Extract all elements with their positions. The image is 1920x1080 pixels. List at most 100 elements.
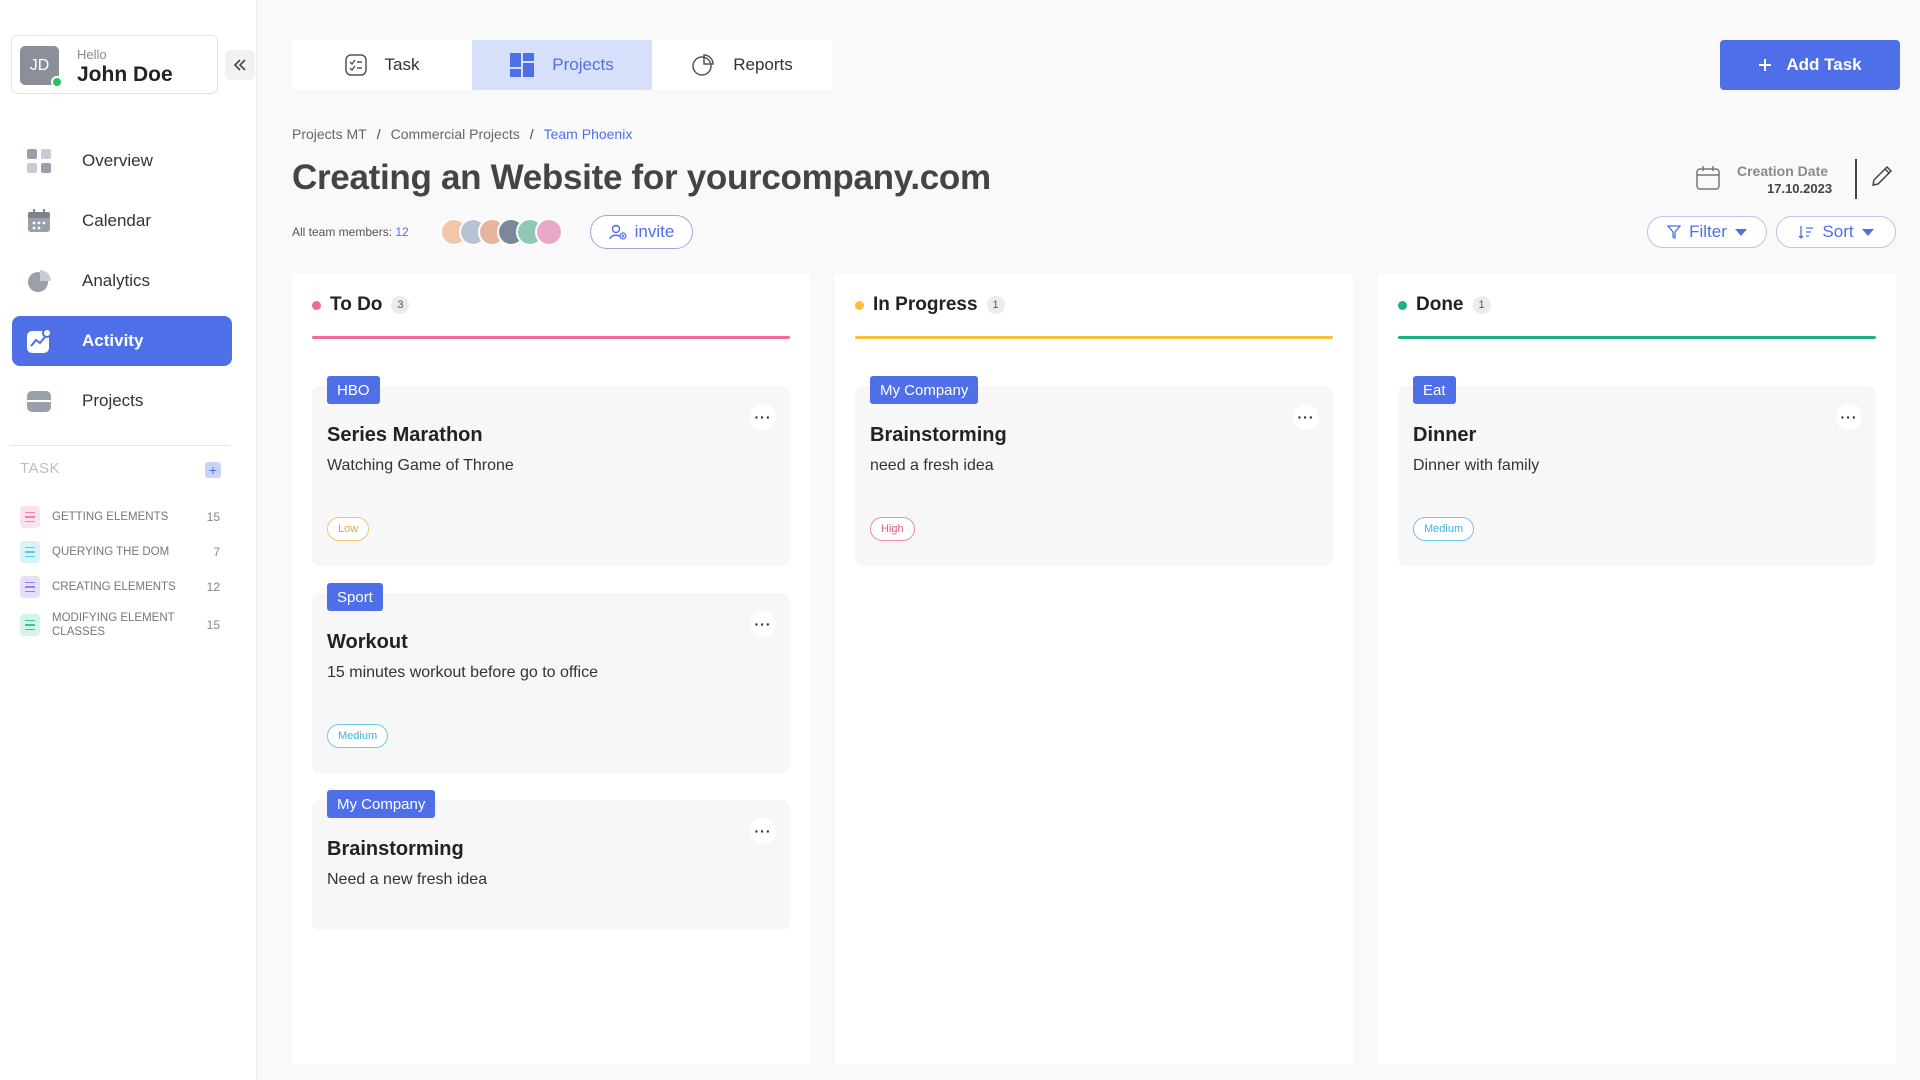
nav-analytics[interactable]: Analytics [12, 256, 232, 306]
checklist-icon [344, 54, 367, 76]
calendar-icon [26, 208, 52, 234]
avatar: JD [20, 46, 63, 88]
task-card[interactable]: HBO ··· Series Marathon Watching Game of… [312, 376, 790, 566]
priority-badge: Medium [327, 724, 389, 748]
sidebar-divider [10, 445, 230, 446]
task-card[interactable]: Eat ··· Dinner Dinner with family Medium [1398, 376, 1876, 566]
task-card[interactable]: Sport ··· Workout 15 minutes workout bef… [312, 583, 790, 773]
card-title: Brainstorming [327, 838, 464, 860]
column-in-progress: In Progress 1 My Company ··· Brainstormi… [835, 274, 1353, 1064]
more-options-button[interactable]: ··· [750, 404, 776, 430]
more-options-button[interactable]: ··· [750, 611, 776, 637]
column-underline [312, 336, 790, 339]
task-category-item[interactable]: GETTING ELEMENTS 15 [20, 506, 220, 528]
column-todo: To Do 3 HBO ··· Series Marathon Watching… [292, 274, 810, 1064]
task-category-label: GETTING ELEMENTS [52, 511, 169, 523]
card-tag: My Company [870, 376, 979, 404]
breadcrumb-separator: / [529, 126, 534, 142]
creation-date-value: 17.10.2023 [1767, 181, 1833, 196]
edit-pencil-icon[interactable] [1869, 163, 1895, 189]
filter-label: Filter [1689, 222, 1727, 241]
task-category-count: 15 [206, 510, 220, 524]
card-title: Series Marathon [327, 424, 483, 446]
collapse-sidebar-button[interactable] [225, 50, 255, 80]
creation-date: Creation Date 17.10.2023 [1695, 159, 1895, 203]
list-icon [20, 506, 40, 528]
task-card[interactable]: My Company ··· Brainstorming Need a new … [312, 790, 790, 930]
list-icon [20, 614, 40, 636]
breadcrumb-item[interactable]: Projects MT [292, 126, 367, 142]
priority-badge: High [870, 517, 915, 541]
list-icon [20, 541, 40, 563]
task-category-count: 12 [206, 580, 220, 594]
task-category-item[interactable]: MODIFYING ELEMENT CLASSES 15 [20, 611, 220, 639]
team-avatars[interactable] [440, 218, 563, 246]
nav-projects-label: Projects [82, 391, 144, 410]
user-profile-card[interactable]: JD Hello John Doe [11, 35, 218, 94]
pie-chart-icon [26, 268, 52, 294]
team-members-text: All team members: [292, 225, 393, 239]
nav-calendar-label: Calendar [82, 211, 151, 230]
nav-overview[interactable]: Overview [12, 136, 232, 186]
task-category-label: MODIFYING ELEMENT CLASSES [52, 612, 175, 638]
grid-icon [26, 148, 52, 174]
filter-dropdown[interactable]: Filter [1647, 216, 1767, 248]
priority-badge: Low [327, 517, 370, 541]
invite-button[interactable]: invite [590, 215, 693, 249]
task-category-count: 15 [206, 618, 220, 632]
task-card[interactable]: My Company ··· Brainstorming need a fres… [855, 376, 1333, 566]
column-title: In Progress [873, 294, 978, 315]
column-count-badge: 1 [1472, 296, 1491, 314]
pie-chart-icon [692, 54, 714, 76]
breadcrumb-item[interactable]: Commercial Projects [391, 126, 520, 142]
task-category-item[interactable]: QUERYING THE DOM 7 [20, 541, 220, 563]
nav-calendar[interactable]: Calendar [12, 196, 232, 246]
card-tag: Eat [1413, 376, 1456, 404]
column-count-badge: 3 [391, 296, 410, 314]
more-options-button[interactable]: ··· [1836, 404, 1862, 430]
add-task-label: Add Task [1786, 55, 1862, 74]
sort-icon [1798, 226, 1814, 239]
greeting-text: Hello [77, 47, 107, 62]
folder-icon [26, 388, 52, 414]
more-options-button[interactable]: ··· [750, 818, 776, 844]
status-dot [855, 300, 864, 310]
add-task-button[interactable]: Add Task [1720, 40, 1900, 90]
priority-badge: Medium [1413, 517, 1475, 541]
task-category-label: CREATING ELEMENTS [52, 581, 176, 593]
breadcrumb-separator: / [376, 126, 381, 142]
nav-activity[interactable]: Activity [12, 316, 232, 366]
tab-projects-label: Projects [552, 55, 614, 74]
card-title: Brainstorming [870, 424, 1007, 446]
column-header: In Progress 1 [855, 294, 1005, 316]
column-underline [855, 336, 1333, 339]
sort-dropdown[interactable]: Sort [1776, 216, 1896, 248]
nav-projects[interactable]: Projects [12, 376, 232, 426]
team-members-label: All team members: 12 [292, 225, 409, 239]
more-options-button[interactable]: ··· [1293, 404, 1319, 430]
nav-analytics-label: Analytics [82, 271, 151, 290]
member-avatar [535, 218, 563, 246]
creation-date-label: Creation Date [1737, 163, 1829, 179]
tab-projects[interactable]: Projects [472, 40, 652, 90]
sidebar: JD Hello John Doe Overview Calendar Anal… [0, 0, 257, 1080]
column-header: Done 1 [1398, 294, 1491, 316]
task-category-item[interactable]: CREATING ELEMENTS 12 [20, 576, 220, 598]
column-title: To Do [330, 294, 383, 315]
calendar-icon [1696, 166, 1720, 190]
tab-reports[interactable]: Reports [652, 40, 832, 90]
breadcrumb-current[interactable]: Team Phoenix [544, 126, 633, 142]
page-title: Creating an Website for yourcompany.com [292, 158, 991, 197]
column-count-badge: 1 [986, 296, 1005, 314]
task-category-label: QUERYING THE DOM [52, 546, 170, 558]
add-task-category-button[interactable]: + [205, 462, 221, 478]
caret-down-icon [1861, 228, 1874, 236]
online-status-dot [51, 76, 63, 88]
tab-task[interactable]: Task [292, 40, 472, 90]
user-name: John Doe [77, 63, 173, 86]
double-chevron-left-icon [233, 59, 246, 71]
task-section-header: TASK [20, 460, 61, 477]
avatar-initials: JD [29, 56, 50, 74]
card-description: Need a new fresh idea [327, 871, 488, 888]
view-tabs: Task Projects Reports [292, 40, 832, 90]
